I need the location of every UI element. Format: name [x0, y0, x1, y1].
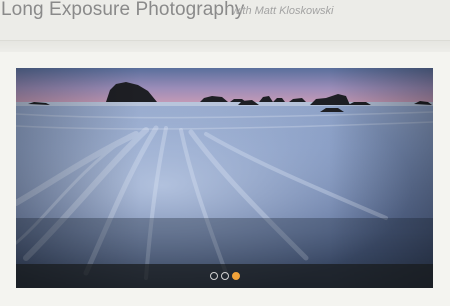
slide-dot-3-active[interactable] — [232, 272, 240, 280]
page-title: Long Exposure Photography — [1, 0, 245, 20]
slide-dot-2[interactable] — [221, 272, 229, 280]
slide-image — [16, 68, 433, 288]
slideshow[interactable] — [16, 68, 433, 288]
slide-dot-1[interactable] — [210, 272, 218, 280]
author-byline: with Matt Kloskowski — [232, 5, 334, 17]
page-header: Long Exposure Photography with Matt Klos… — [0, 0, 450, 40]
slide-pagination — [16, 264, 433, 288]
